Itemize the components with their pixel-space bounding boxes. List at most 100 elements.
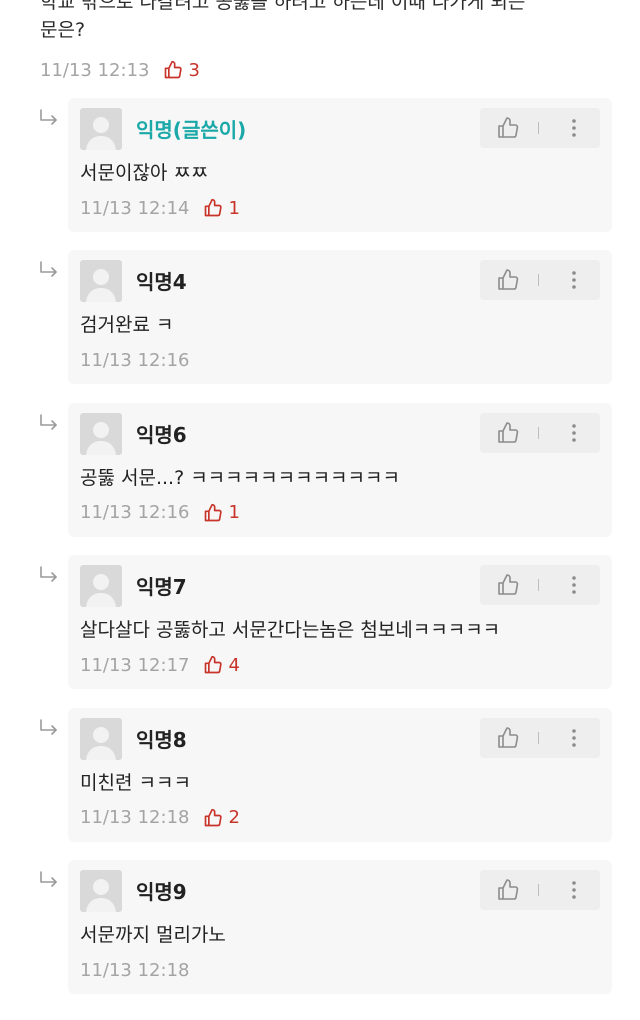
- comment-meta: 11/13 12:17 4: [80, 653, 240, 677]
- comment-actions: [480, 108, 600, 148]
- reply-arrow-icon: [40, 261, 57, 278]
- like-button[interactable]: [496, 421, 520, 445]
- post-meta: 11/13 12:13 3: [40, 58, 200, 82]
- like-button[interactable]: [496, 878, 520, 902]
- comment-timestamp: 11/13 12:18: [80, 807, 190, 829]
- like-icon-wrap: [203, 198, 228, 218]
- comment-text: 공뚫 서문...? ㅋㅋㅋㅋㅋㅋㅋㅋㅋㅋㅋㅋ: [80, 466, 400, 489]
- action-divider: [538, 274, 539, 287]
- like-button[interactable]: [496, 116, 520, 140]
- more-vertical-icon: [572, 881, 576, 899]
- avatar: [80, 565, 122, 608]
- more-vertical-icon: [572, 576, 576, 594]
- comment-card: 익명9 서문까지 멀리가노 11/13 12:18: [68, 860, 612, 994]
- action-divider: [538, 426, 539, 439]
- more-vertical-icon: [572, 119, 576, 137]
- comment-card: 익명8 미친련 ㅋㅋㅋ 11/13 12:18 2: [68, 707, 612, 842]
- comment-timestamp: 11/13 12:18: [80, 959, 190, 981]
- avatar: [80, 412, 122, 455]
- more-options-button[interactable]: [562, 878, 586, 902]
- more-options-button[interactable]: [562, 421, 586, 445]
- comment-text: 검거완료 ㅋ: [80, 314, 174, 337]
- thumbs-up-icon: [205, 503, 223, 522]
- comment-item: 익명6 공뚫 서문...? ㅋㅋㅋㅋㅋㅋㅋㅋㅋㅋㅋㅋ 11/13 12:16 1: [0, 402, 640, 541]
- action-divider: [538, 731, 539, 744]
- comment-timestamp: 11/13 12:17: [80, 654, 190, 676]
- post-timestamp: 11/13 12:13: [40, 59, 150, 81]
- default-avatar-icon: [86, 574, 116, 608]
- post-text: 학교 밖으로 나갈려고 공뚫을 하려고 하는데 이때 나가게 되는 문은?: [40, 0, 526, 41]
- comment-timestamp: 11/13 12:16: [80, 349, 190, 371]
- default-avatar-icon: [86, 117, 116, 150]
- comment-text: 살다살다 공뚫하고 서문간다는놈은 첨보네ㅋㅋㅋㅋㅋ: [80, 619, 501, 642]
- comment-like-number: 1: [228, 197, 240, 219]
- comment-timestamp: 11/13 12:14: [80, 197, 190, 219]
- more-vertical-icon: [572, 728, 576, 747]
- action-divider: [538, 884, 539, 896]
- thumbs-up-icon: [498, 421, 519, 443]
- default-avatar-icon: [86, 879, 116, 912]
- more-options-button[interactable]: [562, 116, 586, 140]
- comment-author: 익명9: [136, 880, 187, 904]
- comment-actions: [480, 565, 600, 606]
- reply-arrow-icon: [40, 109, 57, 125]
- post-like-count[interactable]: 3: [163, 59, 200, 81]
- comment-card: 익명(글쓴이) 서문이잖아 ㅉㅉ 11/13 12:14 1: [68, 98, 612, 232]
- more-vertical-icon: [572, 423, 576, 442]
- avatar: [80, 108, 122, 150]
- more-options-button[interactable]: [562, 573, 586, 597]
- comment-author: 익명4: [136, 270, 187, 295]
- more-options-button[interactable]: [562, 268, 586, 292]
- more-vertical-icon: [572, 271, 576, 290]
- thumbs-up-icon: [498, 574, 519, 595]
- thumbs-up-icon: [498, 269, 519, 291]
- thumbs-up-icon: [498, 879, 519, 900]
- more-options-button[interactable]: [562, 726, 586, 750]
- default-avatar-icon: [86, 269, 116, 303]
- thumbs-up-icon: [205, 808, 223, 826]
- avatar: [80, 717, 122, 760]
- comment-text: 서문이잖아 ㅉㅉ: [80, 162, 209, 184]
- reply-arrow-icon: [40, 871, 57, 887]
- comment-meta: 11/13 12:16: [80, 348, 189, 372]
- thumbs-up-icon: [165, 60, 183, 79]
- comment-like-count[interactable]: 1: [203, 502, 240, 523]
- like-icon-wrap: [203, 503, 228, 523]
- comment-item: 익명9 서문까지 멀리가노 11/13 12:18: [0, 860, 640, 998]
- comment-item: 익명(글쓴이) 서문이잖아 ㅉㅉ 11/13 12:14 1: [0, 98, 640, 236]
- comment-like-count[interactable]: 4: [203, 655, 240, 676]
- like-icon-wrap: [203, 808, 228, 828]
- comment-meta: 11/13 12:14 1: [80, 196, 240, 220]
- avatar: [80, 260, 122, 303]
- comment-item: 익명4 검거완료 ㅋ 11/13 12:16: [0, 250, 640, 388]
- comment-card: 익명6 공뚫 서문...? ㅋㅋㅋㅋㅋㅋㅋㅋㅋㅋㅋㅋ 11/13 12:16 1: [68, 402, 612, 537]
- thumbs-up-icon: [498, 726, 519, 748]
- like-button[interactable]: [496, 726, 520, 750]
- comment-meta: 11/13 12:18 2: [80, 806, 240, 830]
- thumbs-up-icon: [205, 198, 223, 217]
- comment-card: 익명4 검거완료 ㅋ 11/13 12:16: [68, 250, 612, 385]
- comment-text: 서문까지 멀리가노: [80, 924, 226, 946]
- thumbs-up-icon: [498, 117, 519, 138]
- comment-item: 익명7 살다살다 공뚫하고 서문간다는놈은 첨보네ㅋㅋㅋㅋㅋ 11/13 12:17…: [0, 555, 640, 693]
- like-button[interactable]: [496, 268, 520, 292]
- comment-author: 익명7: [136, 575, 187, 600]
- like-button[interactable]: [496, 573, 520, 597]
- comment-author: 익명(글쓴이): [136, 118, 247, 142]
- comment-timestamp: 11/13 12:16: [80, 502, 190, 524]
- reply-arrow-icon: [40, 718, 57, 735]
- action-divider: [538, 579, 539, 592]
- comment-meta: 11/13 12:18: [80, 958, 189, 982]
- comment-like-count[interactable]: 1: [203, 197, 240, 219]
- like-icon-wrap: [203, 655, 228, 675]
- comment-like-count[interactable]: 2: [203, 807, 240, 828]
- reply-arrow-icon: [40, 566, 57, 582]
- comment-author: 익명6: [136, 422, 187, 447]
- action-divider: [538, 122, 539, 134]
- default-avatar-icon: [86, 726, 116, 760]
- comment-text: 미친련 ㅋㅋㅋ: [80, 771, 191, 794]
- post-like-number: 3: [188, 59, 200, 81]
- thumbs-up-icon: [205, 656, 223, 674]
- comment-actions: [480, 870, 600, 910]
- comment-author: 익명8: [136, 727, 187, 752]
